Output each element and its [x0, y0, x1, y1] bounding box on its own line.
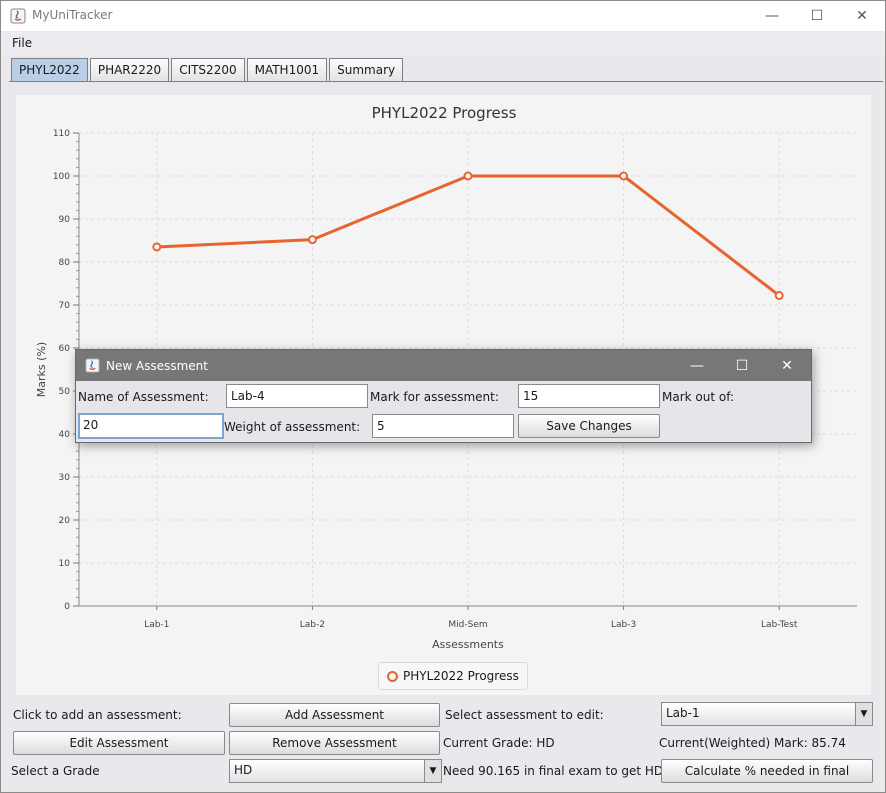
grade-select[interactable]: HD ▼: [229, 759, 442, 783]
assessment-select[interactable]: Lab-1 ▼: [661, 702, 873, 726]
tab-math1001[interactable]: MATH1001: [246, 58, 328, 81]
calculate-needed-button[interactable]: Calculate % needed in final: [661, 759, 873, 783]
save-changes-button[interactable]: Save Changes: [518, 414, 660, 438]
y-tick-label: 80: [59, 258, 71, 268]
java-app-icon: [85, 358, 100, 373]
mark-value: 15: [523, 389, 539, 403]
maximize-icon: ☐: [735, 357, 749, 374]
weight-label: Weight of assessment:: [224, 420, 361, 434]
out-of-label: Mark out of:: [662, 390, 735, 404]
x-tick-label: Lab-Test: [761, 620, 798, 630]
tab-phyl2022[interactable]: PHYL2022: [11, 58, 88, 81]
data-point: [152, 242, 162, 252]
tab-divider: [9, 81, 883, 82]
weight-value: 5: [377, 419, 385, 433]
window-title: MyUniTracker: [32, 8, 113, 22]
minimize-icon: —: [690, 357, 704, 374]
dialog-maximize-button[interactable]: ☐: [719, 350, 765, 381]
assessment-name-field[interactable]: Lab-4: [226, 384, 368, 408]
assessment-name-value: Lab-4: [231, 389, 265, 403]
maximize-icon: ☐: [810, 8, 824, 24]
chart-title: PHYL2022 Progress: [372, 104, 517, 122]
minimize-button[interactable]: —: [749, 1, 795, 31]
needed-score-text: Need 90.165 in final exam to get HD.: [443, 764, 667, 778]
close-icon: ✕: [856, 8, 868, 24]
dialog-minimize-button[interactable]: —: [674, 350, 720, 381]
x-tick-label: Lab-1: [144, 620, 169, 630]
x-tick-label: Lab-2: [300, 620, 325, 630]
dialog-close-button[interactable]: ✕: [764, 350, 810, 381]
data-point: [774, 291, 784, 301]
y-tick-label: 30: [59, 473, 71, 483]
x-tick-label: Lab-3: [611, 620, 636, 630]
y-tick-label: 90: [59, 215, 71, 225]
chevron-down-icon[interactable]: ▼: [855, 703, 872, 725]
mark-field[interactable]: 15: [518, 384, 660, 408]
y-tick-label: 70: [59, 301, 71, 311]
data-point: [307, 235, 317, 245]
weight-field[interactable]: 5: [372, 414, 514, 438]
x-axis-label: Assessments: [432, 638, 504, 651]
legend-marker-icon: [387, 670, 398, 682]
y-tick-label: 60: [59, 344, 71, 354]
y-axis-label: Marks (%): [35, 342, 48, 397]
remove-assessment-button[interactable]: Remove Assessment: [229, 731, 440, 755]
add-assessment-label: Click to add an assessment:: [13, 708, 182, 722]
x-tick-label: Mid-Sem: [448, 620, 487, 630]
minimize-icon: —: [765, 8, 779, 24]
add-assessment-button[interactable]: Add Assessment: [229, 703, 440, 727]
y-tick-label: 0: [64, 602, 70, 612]
y-tick-label: 50: [59, 387, 71, 397]
data-point: [463, 171, 473, 181]
out-of-value: 20: [83, 418, 99, 432]
data-point: [619, 171, 629, 181]
tab-phar2220[interactable]: PHAR2220: [89, 58, 170, 81]
close-button[interactable]: ✕: [839, 1, 885, 31]
tab-cits2200[interactable]: CITS2200: [171, 58, 245, 81]
name-label: Name of Assessment:: [78, 390, 209, 404]
mark-label: Mark for assessment:: [370, 390, 499, 404]
java-app-icon: [10, 8, 26, 24]
y-tick-label: 20: [59, 516, 71, 526]
y-tick-label: 100: [53, 172, 70, 182]
dialog-title-bar: New Assessment — ☐ ✕: [76, 350, 811, 381]
current-grade-text: Current Grade: HD: [443, 736, 555, 750]
legend-label: PHYL2022 Progress: [403, 669, 519, 683]
title-bar: MyUniTracker — ☐ ✕: [1, 1, 885, 31]
select-grade-label: Select a Grade: [11, 764, 100, 778]
edit-assessment-button[interactable]: Edit Assessment: [13, 731, 225, 755]
new-assessment-dialog: New Assessment — ☐ ✕ Name of Assessment:…: [75, 349, 812, 443]
chevron-down-icon[interactable]: ▼: [424, 760, 441, 782]
weighted-mark-text: Current(Weighted) Mark: 85.74: [659, 736, 846, 750]
chart-legend: PHYL2022 Progress: [378, 662, 528, 690]
y-tick-label: 110: [53, 129, 70, 139]
grade-select-value: HD: [234, 763, 253, 777]
close-icon: ✕: [781, 357, 793, 374]
y-tick-label: 40: [59, 430, 71, 440]
dialog-title: New Assessment: [106, 359, 208, 373]
tab-strip: PHYL2022 PHAR2220 CITS2200 MATH1001 Summ…: [11, 58, 405, 82]
y-tick-label: 10: [59, 559, 71, 569]
tab-summary[interactable]: Summary: [329, 58, 404, 81]
maximize-button[interactable]: ☐: [794, 1, 840, 31]
menu-file[interactable]: File: [12, 36, 32, 50]
mark-out-of-field[interactable]: 20: [78, 413, 224, 439]
select-edit-label: Select assessment to edit:: [445, 708, 604, 722]
menu-bar: File: [1, 32, 885, 56]
assessment-select-value: Lab-1: [666, 706, 700, 720]
